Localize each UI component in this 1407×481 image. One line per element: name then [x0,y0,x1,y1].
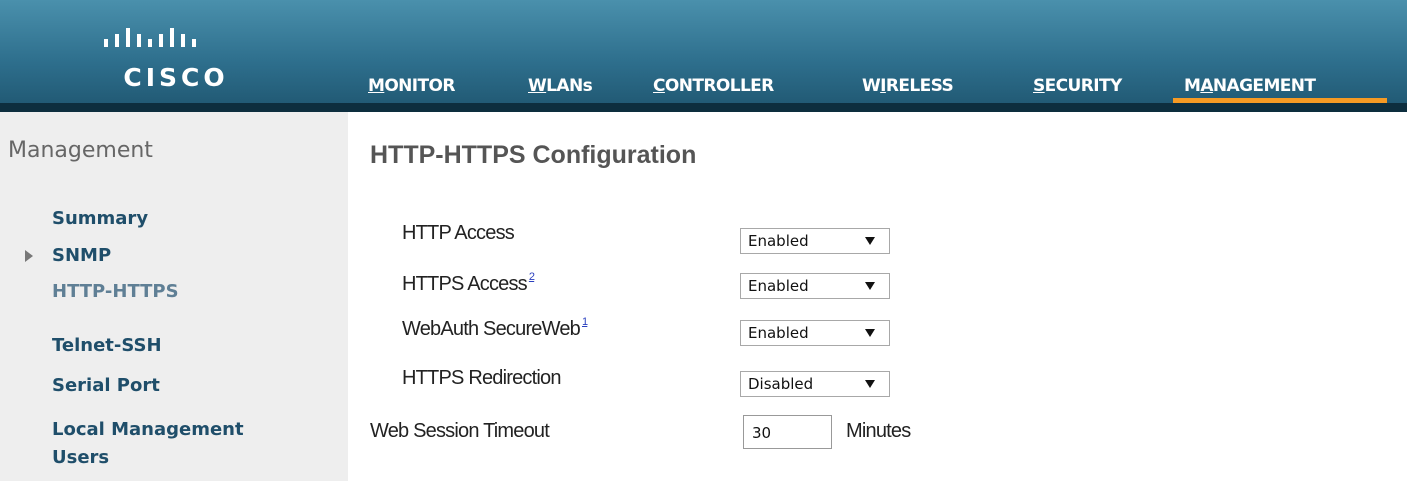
webauth-secureweb-label: WebAuth SecureWeb 1 [402,316,588,341]
expand-arrow-icon[interactable] [25,250,33,262]
nav-monitor-key: M [368,76,385,96]
https-access-footnote-link[interactable]: 2 [529,271,535,283]
https-access-select[interactable]: Enabled [740,273,890,299]
https-access-value: Enabled [748,277,809,295]
https-redirection-label: HTTPS Redirection [402,367,561,390]
nav-wireless-rest: RELESS [885,76,954,96]
webauth-secureweb-value: Enabled [748,324,809,342]
sidebar-item-telnet-ssh[interactable]: Telnet-SSH [52,334,162,358]
webauth-secureweb-select[interactable]: Enabled [740,320,890,346]
http-access-label: HTTP Access [402,222,515,245]
web-session-timeout-input[interactable]: 30 [743,415,832,449]
https-redirection-label-text: HTTPS Redirection [402,367,561,389]
dropdown-arrow-icon [865,329,875,337]
http-access-select[interactable]: Enabled [740,228,890,254]
webauth-secureweb-footnote-link[interactable]: 1 [582,316,588,328]
sidebar-item-snmp[interactable]: SNMP [52,244,111,268]
nav-management-pre: M [1184,76,1201,96]
nav-wlans-key: W [528,76,547,96]
nav-tab-controller[interactable]: CONTROLLER [642,70,774,103]
nav-tab-security[interactable]: SECURITY [1022,70,1122,103]
dropdown-arrow-icon [865,282,875,290]
nav-tab-management[interactable]: MANAGEMENT [1173,70,1387,103]
sidebar-item-summary[interactable]: Summary [52,207,148,231]
nav-security-rest: ECURITY [1044,76,1123,96]
nav-wireless-pre: W [862,76,881,96]
nav-management-rest: NAGEMENT [1212,76,1316,96]
https-access-label-text: HTTPS Access [402,273,528,295]
dropdown-arrow-icon [865,380,875,388]
sidebar-item-local-management[interactable]: Local Management [52,418,244,442]
nav-tab-monitor[interactable]: MONITOR [357,70,455,103]
https-redirection-select[interactable]: Disabled [740,371,890,397]
nav-tab-wlans[interactable]: WLANs [517,70,593,103]
sidebar-item-users[interactable]: Users [52,446,109,470]
topbar-divider [0,103,1407,112]
nav-security-key: S [1033,76,1045,96]
https-access-label: HTTPS Access 2 [402,271,535,296]
dropdown-arrow-icon [865,237,875,245]
webauth-secureweb-label-text: WebAuth SecureWeb [402,318,581,340]
sidebar-item-http-https[interactable]: HTTP-HTTPS [52,280,179,304]
https-redirection-value: Disabled [748,375,814,393]
nav-monitor-rest: ONITOR [384,76,455,96]
nav-controller-key: C [653,76,665,96]
page-title: HTTP-HTTPS Configuration [370,141,697,169]
web-session-timeout-label: Web Session Timeout [370,420,550,442]
http-access-value: Enabled [748,232,809,250]
nav-wlans-rest: LANs [546,76,593,96]
nav-management-key: A [1200,76,1213,96]
http-access-label-text: HTTP Access [402,222,515,244]
sidebar-item-serial-port[interactable]: Serial Port [52,374,160,398]
nav-tab-wireless[interactable]: WIRELESS [851,70,954,103]
nav-controller-rest: ONTROLLER [664,76,774,96]
timeout-unit-label: Minutes [846,420,911,442]
cisco-logo-icon [104,28,196,47]
cisco-logo-text: CISCO [123,63,229,92]
sidebar-title: Management [8,138,153,163]
